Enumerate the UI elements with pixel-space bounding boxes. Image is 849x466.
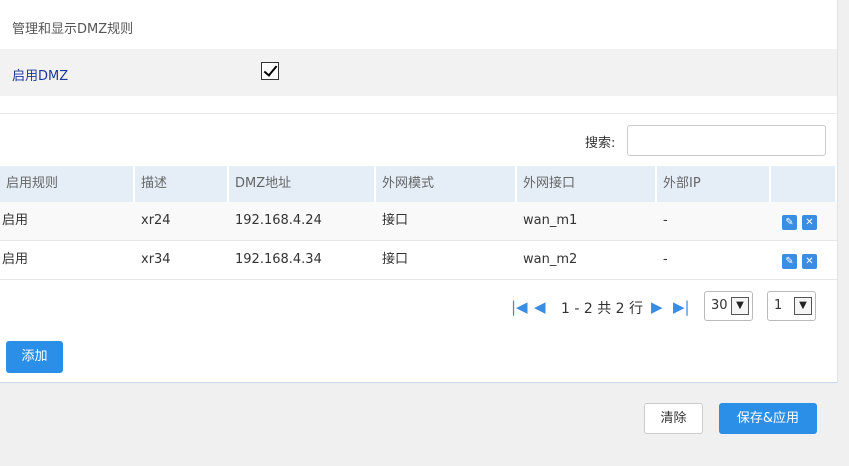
prev-page-icon[interactable]: ◀ [534,299,546,315]
dmz-rules-table: 启用规则 描述 DMZ地址 外网模式 外网接口 外部IP 启用 xr24 192… [0,166,837,280]
dmz-panel: 管理和显示DMZ规则 启用DMZ 搜索: 启用规则 描述 DMZ地址 外网模式 … [0,0,838,383]
col-header-external-ip[interactable]: 外部IP [657,166,771,202]
cell-wan-mode: 接口 [382,213,409,228]
cell-description: xr24 [141,213,171,228]
page-number-select[interactable]: 1 ▼ [767,291,816,321]
save-apply-button[interactable]: 保存&应用 [719,403,817,434]
chevron-down-icon: ▼ [731,297,749,315]
cell-wan-mode: 接口 [382,252,409,267]
row-actions: ✎ ✕ [771,241,837,279]
cell-enabled: 启用 [2,213,29,228]
table-row: 启用 xr34 192.168.4.34 接口 wan_m2 - ✎ ✕ [0,241,837,280]
delete-icon[interactable]: ✕ [802,215,817,230]
table-header: 启用规则 描述 DMZ地址 外网模式 外网接口 外部IP [0,166,837,202]
pagination-summary: 1 - 2 共 2 行 [561,301,644,317]
dmz-enable-checkbox[interactable] [261,62,279,80]
first-page-icon[interactable]: |◀ [511,299,528,315]
search-label: 搜索: [585,136,616,151]
divider [0,113,837,114]
cell-dmz-address: 192.168.4.34 [235,252,322,267]
col-header-dmz-address[interactable]: DMZ地址 [229,166,376,202]
last-page-icon[interactable]: ▶| [673,299,690,315]
dmz-enable-row: 启用DMZ [0,49,837,96]
cell-external-ip: - [663,213,668,228]
col-header-wan-mode[interactable]: 外网模式 [376,166,517,202]
chevron-down-icon: ▼ [794,297,812,315]
col-header-wan-interface[interactable]: 外网接口 [517,166,657,202]
table-row: 启用 xr24 192.168.4.24 接口 wan_m1 - ✎ ✕ [0,202,837,241]
row-actions: ✎ ✕ [771,202,837,240]
cell-wan-interface: wan_m1 [523,213,578,228]
col-header-enabled[interactable]: 启用规则 [0,166,135,202]
delete-icon[interactable]: ✕ [802,254,817,269]
dmz-enable-label: 启用DMZ [12,69,69,84]
cell-enabled: 启用 [2,252,29,267]
page-number-value: 1 [774,298,783,313]
page-size-value: 30 [711,298,728,313]
cell-description: xr34 [141,252,171,267]
section-title: 管理和显示DMZ规则 [12,22,134,37]
cell-wan-interface: wan_m2 [523,252,578,267]
clear-button[interactable]: 清除 [644,403,703,434]
edit-icon[interactable]: ✎ [782,254,797,269]
col-header-description[interactable]: 描述 [135,166,229,202]
next-page-icon[interactable]: ▶ [651,299,663,315]
edit-icon[interactable]: ✎ [782,215,797,230]
pagination: |◀ ◀ 1 - 2 共 2 行 ▶ ▶| 30 ▼ 1 ▼ [0,290,837,324]
search-input[interactable] [627,125,826,156]
cell-dmz-address: 192.168.4.24 [235,213,322,228]
col-header-actions [771,166,837,202]
cell-external-ip: - [663,252,668,267]
page-size-select[interactable]: 30 ▼ [704,291,753,321]
add-button[interactable]: 添加 [6,341,63,373]
